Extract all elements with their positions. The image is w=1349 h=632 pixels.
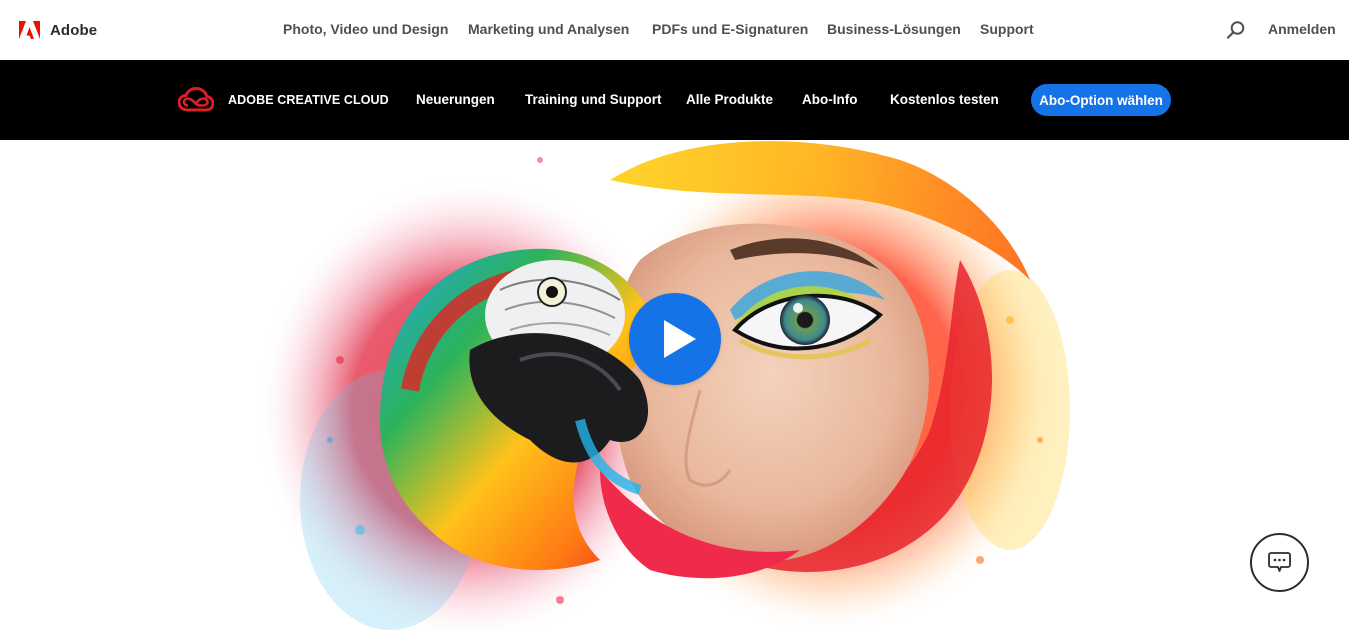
- local-nav-neuerungen[interactable]: Neuerungen: [416, 92, 495, 107]
- play-icon: [664, 320, 696, 358]
- creative-cloud-nav: ADOBE CREATIVE CLOUD Neuerungen Training…: [0, 60, 1349, 140]
- nav-item-business-loesungen[interactable]: Business-Lösungen: [827, 21, 961, 37]
- nav-item-pdfs-e-signaturen[interactable]: PDFs und E-Signaturen: [652, 21, 808, 37]
- hero-section: [0, 140, 1349, 632]
- nav-item-support[interactable]: Support: [980, 21, 1034, 37]
- adobe-logo-link[interactable]: Adobe: [19, 20, 97, 40]
- global-nav: Adobe Photo, Video und Design Marketing …: [0, 0, 1349, 60]
- local-nav-kostenlos-testen[interactable]: Kostenlos testen: [890, 92, 999, 107]
- sign-in-link[interactable]: Anmelden: [1268, 21, 1336, 37]
- chat-bubble-icon: [1268, 552, 1291, 572]
- product-title[interactable]: ADOBE CREATIVE CLOUD: [228, 93, 389, 107]
- adobe-logo-icon: [19, 21, 40, 39]
- local-nav-training-support[interactable]: Training und Support: [525, 92, 661, 107]
- chat-button[interactable]: [1250, 533, 1309, 592]
- local-nav-alle-produkte[interactable]: Alle Produkte: [686, 92, 773, 107]
- nav-item-marketing-analysen[interactable]: Marketing und Analysen: [468, 21, 629, 37]
- play-video-button[interactable]: [629, 293, 721, 385]
- choose-plan-button[interactable]: Abo-Option wählen: [1031, 84, 1171, 116]
- local-nav-abo-info[interactable]: Abo-Info: [802, 92, 857, 107]
- nav-item-photo-video-design[interactable]: Photo, Video und Design: [283, 21, 448, 37]
- search-icon[interactable]: [1226, 20, 1246, 40]
- hero-image: [255, 141, 1070, 632]
- creative-cloud-logo-icon[interactable]: [178, 87, 214, 113]
- adobe-wordmark: Adobe: [50, 21, 98, 39]
